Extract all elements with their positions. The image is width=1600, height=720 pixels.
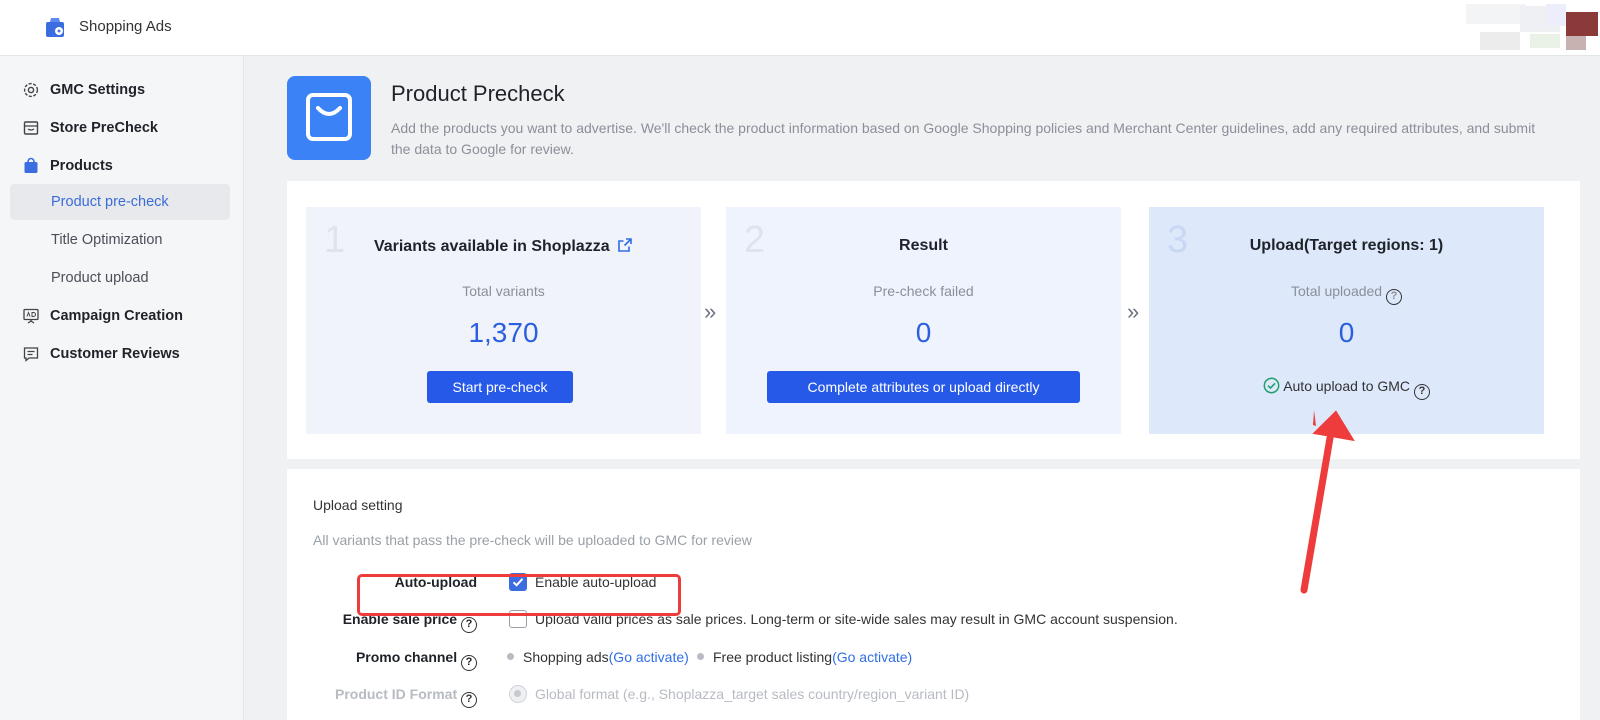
step-card-result: 2 Result Pre-check failed 0 Complete att…	[726, 207, 1121, 434]
check-circle-icon	[1263, 377, 1280, 394]
step-arrow-icon: »	[704, 299, 717, 324]
step-subtitle: Pre-check failed	[873, 283, 974, 299]
account-avatar[interactable]	[1370, 0, 1600, 56]
sidebar-item-label: Products	[50, 158, 113, 174]
sidebar-item-label: Campaign Creation	[50, 308, 183, 324]
sidebar-item-label: GMC Settings	[50, 82, 146, 98]
page-title: Product Precheck	[391, 81, 565, 106]
sidebar-item-label: Product pre-check	[51, 194, 169, 210]
sidebar-item-customer-reviews[interactable]: Customer Reviews	[10, 336, 230, 372]
auto-upload-text: Auto upload to GMC	[1283, 378, 1411, 394]
step-card-upload: 3 Upload(Target regions: 1) Total upload…	[1149, 207, 1544, 434]
status-dot	[697, 653, 704, 660]
annotation-highlight-box	[357, 574, 681, 616]
external-link-icon[interactable]	[617, 237, 633, 253]
step-title: Upload(Target regions: 1)	[1249, 237, 1444, 254]
product-id-format-label-text: Product ID Format	[334, 686, 458, 702]
shopping-ads-logo-icon	[46, 18, 64, 37]
store-icon	[23, 121, 39, 135]
sidebar-item-store-precheck[interactable]: Store PreCheck	[10, 110, 230, 146]
channel-name: Shopping ads	[523, 649, 609, 665]
status-dot	[507, 653, 514, 660]
sidebar-item-label: Product upload	[51, 270, 149, 286]
ad-board-icon	[23, 308, 39, 324]
help-icon[interactable]: ?	[461, 692, 477, 708]
upload-setting-title: Upload setting	[313, 497, 403, 513]
help-icon[interactable]: ?	[461, 655, 477, 671]
promo-channel-shopping-ads: Shopping ads(Go activate)	[507, 649, 689, 665]
promo-channel-label: Promo channel ?	[287, 649, 477, 671]
sidebar: GMC Settings Store PreCheck Products Pro…	[0, 56, 244, 720]
main-content: Product Precheck Add the products you wa…	[245, 56, 1600, 720]
auto-upload-status: Auto upload to GMC ?	[1149, 377, 1544, 400]
product-id-format-label: Product ID Format ?	[287, 686, 477, 708]
step-title: Result	[899, 237, 948, 254]
gear-icon	[23, 82, 39, 98]
step-title: Variants available in Shoplazza	[306, 237, 701, 256]
review-icon	[23, 347, 39, 362]
promo-channel-free-listing: Free product listing(Go activate)	[697, 649, 912, 665]
sidebar-item-label: Customer Reviews	[50, 346, 180, 362]
step-title-text: Variants available in Shoplazza	[373, 238, 610, 255]
step-subtitle-text: Total uploaded	[1291, 283, 1383, 299]
start-pre-check-button[interactable]: Start pre-check	[427, 371, 573, 403]
step-card-variants: 1 Variants available in Shoplazza Total …	[306, 207, 701, 434]
product-bag-icon	[287, 76, 371, 160]
sidebar-item-campaign-creation[interactable]: Campaign Creation	[10, 298, 230, 334]
steps-panel: 1 Variants available in Shoplazza Total …	[287, 181, 1580, 459]
sidebar-item-product-upload[interactable]: Product upload	[10, 260, 230, 296]
step-subtitle: Total variants	[462, 283, 545, 299]
page-description: Add the products you want to advertise. …	[391, 120, 1536, 157]
product-id-format-radio	[509, 685, 527, 703]
help-icon[interactable]: ?	[461, 617, 477, 633]
sidebar-item-product-pre-check[interactable]: Product pre-check	[10, 184, 230, 220]
step-subtitle: Total uploaded ?	[1149, 283, 1544, 305]
help-icon[interactable]: ?	[1385, 289, 1402, 305]
shopping-bag-icon	[24, 157, 38, 173]
product-id-format-option: Global format (e.g., Shoplazza_target sa…	[535, 686, 970, 702]
app-title: Shopping Ads	[79, 18, 172, 35]
go-activate-link[interactable]: (Go activate)	[832, 649, 912, 665]
channel-name: Free product listing	[713, 649, 833, 665]
sidebar-item-products[interactable]: Products	[10, 148, 230, 184]
step-arrow-icon: »	[1127, 299, 1140, 324]
sidebar-item-label: Title Optimization	[51, 232, 163, 248]
total-uploaded-value: 0	[1338, 317, 1355, 348]
sidebar-item-title-optimization[interactable]: Title Optimization	[10, 222, 230, 258]
sidebar-item-gmc-settings[interactable]: GMC Settings	[10, 72, 230, 108]
top-bar: Shopping Ads	[0, 0, 1600, 56]
complete-attributes-button[interactable]: Complete attributes or upload directly	[767, 371, 1080, 403]
help-icon[interactable]: ?	[1413, 384, 1430, 400]
pre-check-failed-value: 0	[915, 317, 932, 348]
upload-setting-description: All variants that pass the pre-check wil…	[313, 532, 752, 548]
total-variants-value: 1,370	[468, 317, 539, 348]
sidebar-item-label: Store PreCheck	[50, 120, 158, 136]
promo-channel-label-text: Promo channel	[355, 649, 458, 665]
go-activate-link[interactable]: (Go activate)	[609, 649, 689, 665]
